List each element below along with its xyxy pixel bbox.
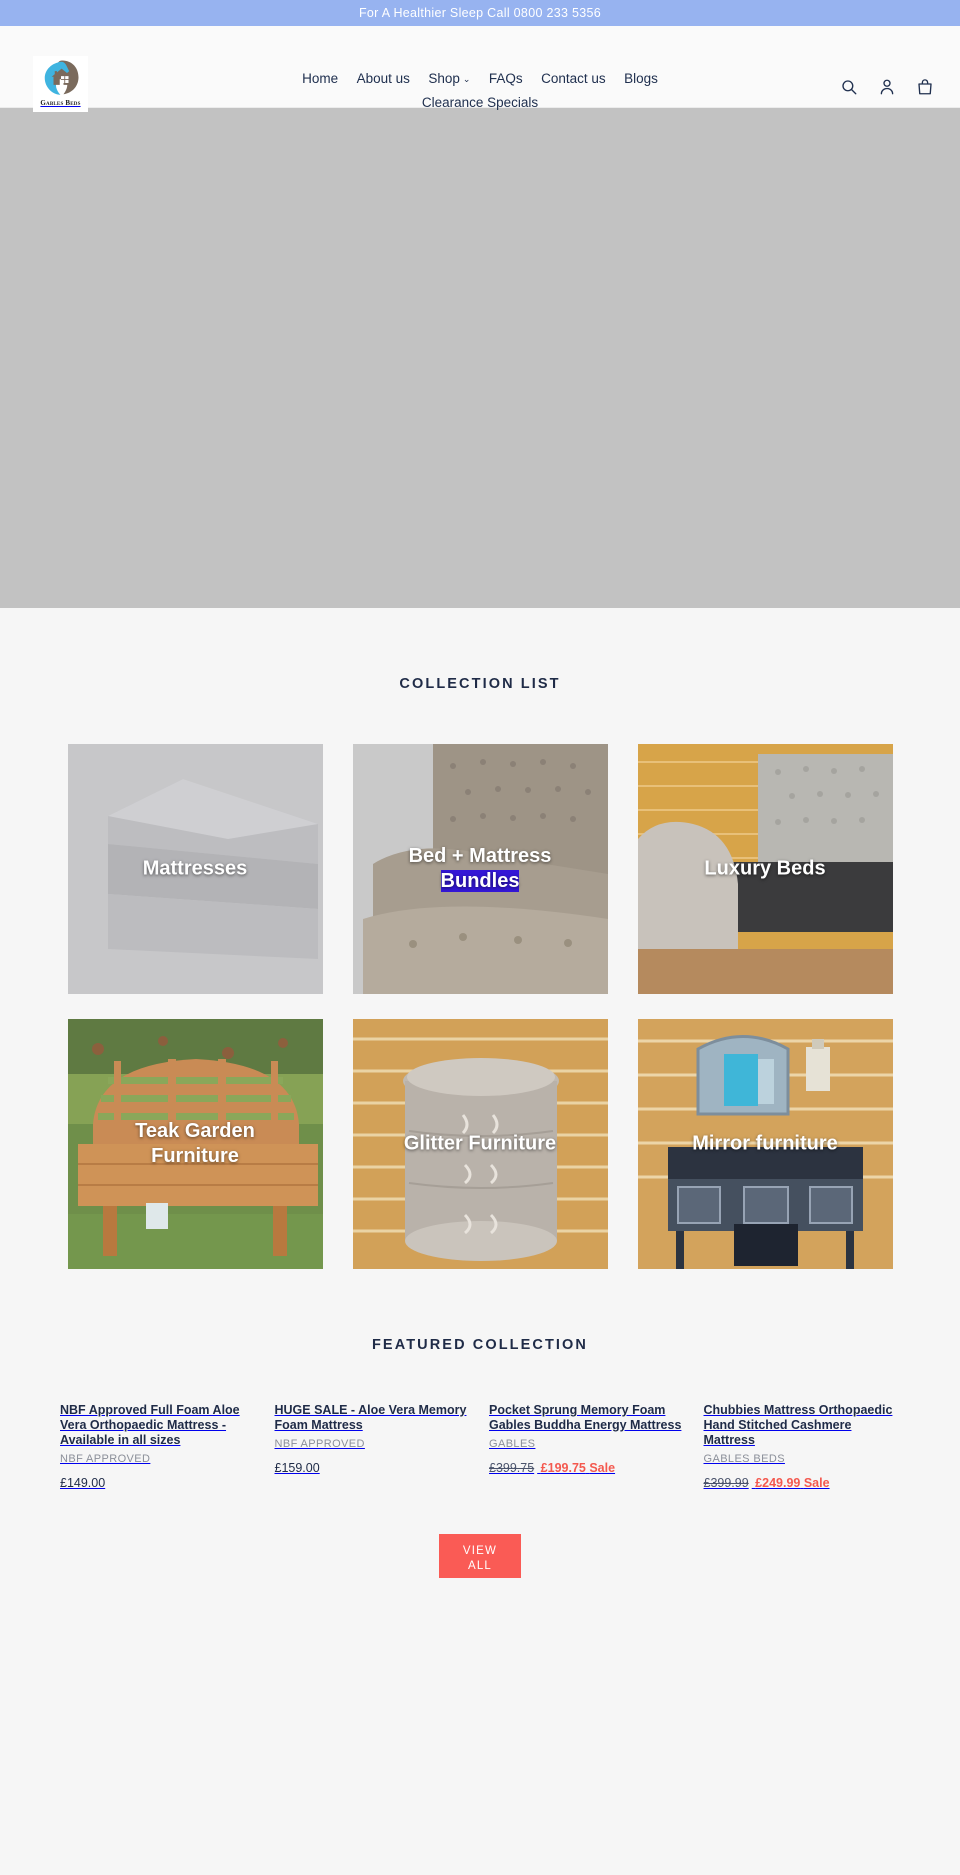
product-card[interactable]: Pocket Sprung Memory Foam Gables Buddha …: [489, 1397, 686, 1490]
collection-label-mattresses: Mattresses: [142, 857, 248, 880]
collection-label-teak-garden-furniture: Teak Garden Furniture: [68, 1119, 323, 1169]
collection-label-luxury-beds: Luxury Beds: [704, 857, 826, 880]
product-price-current: £159.00: [274, 1461, 320, 1475]
product-price-current: £249.99: [755, 1476, 801, 1490]
product-vendor: GABLES BEDS: [703, 1453, 785, 1465]
site-header: Gables Beds Home About us Shop ⌄ FAQs Con…: [0, 26, 960, 112]
chevron-down-icon: ⌄: [462, 74, 471, 84]
nav-label-contact-us: Contact us: [541, 71, 606, 86]
product-card[interactable]: HUGE SALE - Aloe Vera Memory Foam Mattre…: [275, 1397, 472, 1490]
product-vendor: GABLES: [489, 1438, 536, 1450]
product-price-current: £199.75: [540, 1461, 586, 1475]
product-title: Chubbies Mattress Orthopaedic Hand Stitc…: [703, 1403, 893, 1447]
product-price: £399.75 £199.75 Sale: [489, 1461, 686, 1475]
view-all-line2: ALL: [467, 1560, 493, 1572]
collection-card-mirror-furniture[interactable]: Mirror furniture: [637, 1019, 893, 1269]
nav-label-home: Home: [302, 71, 339, 86]
product-card[interactable]: Chubbies Mattress Orthopaedic Hand Stitc…: [704, 1397, 901, 1490]
cart-icon[interactable]: [916, 78, 934, 96]
nav-item-faqs[interactable]: FAQs: [489, 68, 523, 89]
nav-item-shop[interactable]: Shop ⌄: [428, 68, 470, 91]
collection-card-luxury-beds[interactable]: Luxury Beds: [637, 744, 893, 994]
product-price-compare: £399.99: [703, 1476, 749, 1490]
product-sale-badge: Sale: [589, 1461, 616, 1475]
nav-label-faqs: FAQs: [488, 71, 523, 86]
product-price: £159.00: [275, 1461, 472, 1475]
main-navigation: Home About us Shop ⌄ FAQs Contact us Blog…: [0, 68, 960, 113]
nav-item-contact-us[interactable]: Contact us: [541, 68, 606, 89]
search-icon[interactable]: [840, 78, 858, 96]
view-all-button[interactable]: VIEW ALL: [439, 1534, 521, 1578]
collection-label-line1: Bed + Mattress: [408, 845, 552, 867]
product-price: £149.00: [60, 1476, 257, 1490]
collection-label-bed-mattress-bundles: Bed + Mattress Bundles: [353, 844, 608, 894]
view-all-line1: VIEW: [462, 1545, 498, 1557]
nav-second-row: Clearance Specials: [0, 92, 960, 113]
product-price-compare: £399.75: [489, 1461, 535, 1475]
collection-label-line1: Teak Garden: [135, 1120, 255, 1142]
nav-label-about-us: About us: [356, 71, 410, 86]
hero-slideshow[interactable]: [0, 108, 960, 608]
collection-card-teak-garden-furniture[interactable]: Teak Garden Furniture: [67, 1019, 323, 1269]
featured-products-grid: NBF Approved Full Foam Aloe Vera Orthopa…: [60, 1397, 900, 1490]
account-icon[interactable]: [878, 78, 896, 96]
product-sale-badge: Sale: [803, 1476, 830, 1490]
nav-item-clearance-specials[interactable]: Clearance Specials: [422, 92, 538, 113]
product-vendor: NBF APPROVED: [60, 1453, 151, 1465]
header-icon-group: [840, 78, 934, 96]
product-price-current: £149.00: [60, 1476, 106, 1490]
product-card[interactable]: NBF Approved Full Foam Aloe Vera Orthopa…: [60, 1397, 257, 1490]
product-title: NBF Approved Full Foam Aloe Vera Orthopa…: [60, 1403, 240, 1447]
collection-list-grid: Mattresses Bed + Mattress Bundles Luxury…: [60, 744, 900, 1269]
collection-card-glitter-furniture[interactable]: Glitter Furniture: [352, 1019, 608, 1269]
featured-collection-title: FEATURED COLLECTION: [371, 1337, 589, 1353]
collection-card-mattresses[interactable]: Mattresses: [67, 744, 323, 994]
nav-item-home[interactable]: Home: [302, 68, 338, 89]
collection-label-line2-selected: Bundles: [440, 870, 520, 892]
collection-list-title: COLLECTION LIST: [399, 676, 561, 692]
collection-card-bed-mattress-bundles[interactable]: Bed + Mattress Bundles: [352, 744, 608, 994]
collection-label-line2: Furniture: [151, 1145, 239, 1167]
nav-label-clearance-specials: Clearance Specials: [421, 95, 539, 110]
product-title: HUGE SALE - Aloe Vera Memory Foam Mattre…: [274, 1403, 467, 1432]
view-all-wrapper: VIEW ALL: [0, 1534, 960, 1578]
nav-label-blogs: Blogs: [624, 71, 658, 86]
announcement-text: For A Healthier Sleep Call 0800 233 5356: [358, 6, 602, 20]
product-price: £399.99 £249.99 Sale: [704, 1476, 901, 1490]
collection-label-mirror-furniture: Mirror furniture: [692, 1132, 838, 1155]
nav-item-about-us[interactable]: About us: [357, 68, 410, 89]
product-vendor: NBF APPROVED: [274, 1438, 365, 1450]
collection-label-glitter-furniture: Glitter Furniture: [403, 1132, 557, 1155]
nav-item-blogs[interactable]: Blogs: [624, 68, 658, 89]
announcement-bar: For A Healthier Sleep Call 0800 233 5356: [0, 0, 960, 26]
nav-label-shop: Shop: [428, 71, 460, 86]
product-title: Pocket Sprung Memory Foam Gables Buddha …: [489, 1403, 682, 1432]
